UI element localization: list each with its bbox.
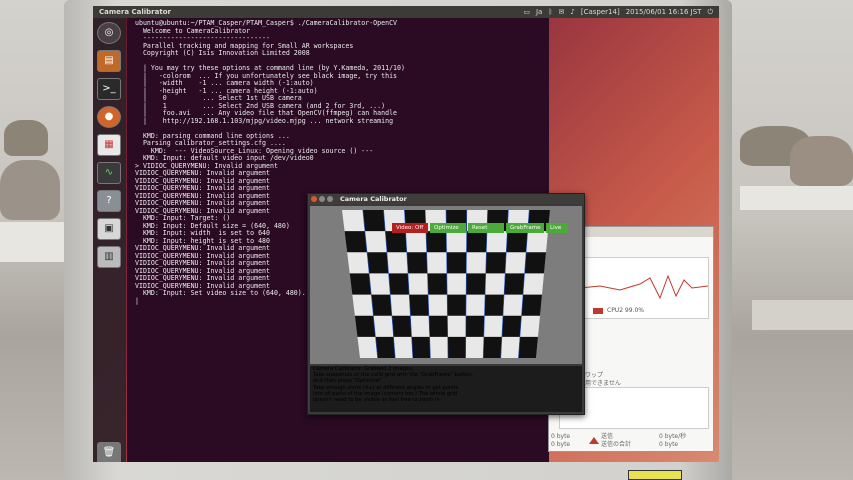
volume-icon[interactable]: ♪ (570, 6, 574, 18)
files-icon[interactable]: ▤ (97, 50, 121, 72)
checker-square (425, 231, 447, 253)
ubuntu-dash-icon[interactable]: ◎ (97, 22, 121, 44)
checker-square (349, 273, 372, 295)
checker-square (483, 336, 502, 358)
system-tray: ▭ Ja ᛒ ✉ ♪ [Casper14] 2015/06/01 16:16 J… (523, 6, 713, 18)
checker-square (375, 336, 396, 358)
close-icon[interactable] (311, 196, 317, 202)
minimize-icon[interactable] (319, 196, 325, 202)
checker-square (524, 252, 546, 274)
system-monitor-icon[interactable]: ∿ (97, 162, 121, 184)
checker-square (385, 231, 407, 253)
checker-square (504, 273, 525, 295)
chair-left (4, 120, 48, 156)
help-icon[interactable]: ? (97, 190, 121, 212)
network-left: 0 byte 0 byte (551, 433, 570, 449)
power-icon[interactable]: ⏻ (707, 6, 713, 18)
launcher: ◎ ▤ >_ ● ▦ ∿ ? ▣ ▥ 🗑 (93, 18, 126, 462)
software-icon[interactable]: ▣ (97, 218, 121, 240)
checker-square (388, 273, 410, 295)
net-send-label: 送信 (601, 433, 614, 440)
brand-sticker (628, 470, 682, 480)
checker-square (446, 252, 467, 274)
video-off-button[interactable]: Video: Off (392, 223, 428, 233)
net-send-total: 送信の合計 (601, 441, 632, 448)
reset-button[interactable]: Reset (468, 223, 504, 233)
network-send-values: 0 byte/秒 0 byte (659, 433, 686, 449)
cpu-color-swatch (593, 307, 603, 314)
checker-square (428, 315, 448, 337)
checker-square (485, 252, 507, 274)
checker-square (409, 294, 429, 316)
upload-arrow-icon (589, 437, 599, 444)
optimize-button[interactable]: Optimize (430, 223, 466, 233)
calibrator-message-line: doesn't need to be visible so feel free … (313, 397, 442, 404)
checker-square (362, 210, 386, 232)
net-left-bytes: 0 byte (551, 441, 571, 448)
checker-square (344, 231, 368, 253)
calibrator-message-panel: Camera Calibrator: Grabbed 2 images. Take… (310, 366, 582, 412)
ime-indicator[interactable]: Ja (536, 6, 542, 18)
bluetooth-icon[interactable]: ᛒ (548, 6, 552, 18)
checker-square (506, 231, 528, 253)
swap-info: スワップ 利用できません (579, 372, 621, 388)
checker-square (367, 252, 389, 274)
terminal-line: | http://192.168.1.103/mjpg/video.mjpg .… (135, 116, 394, 125)
checker-square (501, 315, 522, 337)
calibrator-titlebar[interactable]: Camera Calibrator (308, 194, 584, 204)
live-button[interactable]: Live (546, 223, 568, 233)
checker-square (427, 273, 448, 295)
cpu-legend-label: CPU2 99.0% (607, 307, 644, 314)
swap-label: スワップ (579, 372, 604, 379)
checker-square (354, 315, 376, 337)
checker-square (406, 252, 428, 274)
checker-square (465, 315, 485, 337)
libreoffice-icon[interactable]: ▦ (97, 134, 121, 156)
chair-right-2 (790, 136, 853, 186)
firefox-icon[interactable]: ● (97, 106, 121, 128)
desk-right (740, 186, 853, 210)
net-left-value: 0 byte (551, 433, 571, 440)
checker-square (521, 294, 542, 316)
checker-square (484, 294, 505, 316)
checker-square (391, 315, 412, 337)
desk-right-2 (752, 300, 853, 330)
checker-square (447, 336, 466, 358)
calibrator-title: Camera Calibrator (340, 195, 407, 203)
desktop-screen: Camera Calibrator ▭ Ja ᛒ ✉ ♪ [Casper14] … (93, 6, 719, 462)
desk-left (0, 222, 64, 262)
chair-left-2 (0, 160, 60, 220)
net-send-bytes: 0 byte (659, 441, 679, 448)
terminal-icon[interactable]: >_ (97, 78, 121, 100)
top-panel: Camera Calibrator ▭ Ja ᛒ ✉ ♪ [Casper14] … (93, 6, 719, 18)
trash-icon[interactable]: 🗑 (97, 442, 121, 462)
checker-square (447, 294, 467, 316)
checker-square (466, 231, 487, 253)
terminal-line: Copyright (C) Isis Innovation Limited 20… (135, 49, 310, 57)
active-app-title: Camera Calibrator (99, 8, 171, 16)
checker-square (411, 336, 431, 358)
grab-frame-button[interactable]: GrabFrame (506, 223, 544, 233)
workspace-icon[interactable]: ▥ (97, 246, 121, 268)
clock[interactable]: 2015/06/01 16:16 JST (626, 6, 702, 18)
user-badge[interactable]: [Casper14] (581, 6, 620, 18)
cpu-legend: CPU2 99.0% (593, 307, 644, 314)
net-send-rate: 0 byte/秒 (659, 433, 687, 440)
network-send: 送信 送信の合計 (601, 433, 631, 449)
checker-square (466, 273, 486, 295)
mail-icon[interactable]: ✉ (559, 6, 565, 18)
checker-square (371, 294, 392, 316)
keyboard-icon[interactable]: ▭ (523, 6, 530, 18)
camera-calibrator-window[interactable]: Camera Calibrator Video: Off Optimize Re… (307, 193, 585, 415)
maximize-icon[interactable] (327, 196, 333, 202)
camera-view: Video: Off Optimize Reset GrabFrame Live (310, 206, 582, 364)
checker-square (518, 336, 538, 358)
